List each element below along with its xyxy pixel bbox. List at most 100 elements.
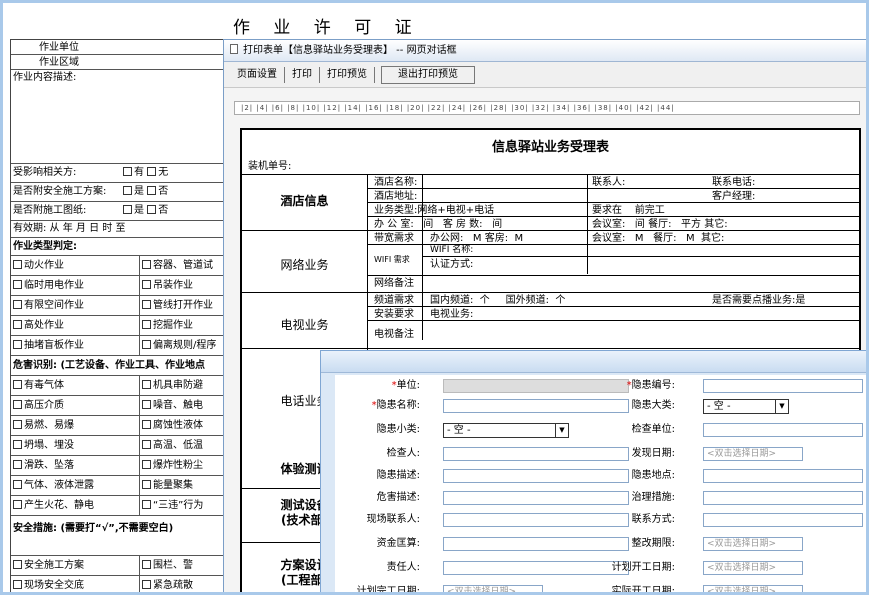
checkbox[interactable] xyxy=(13,400,22,409)
checkbox[interactable] xyxy=(142,260,151,269)
checkbox[interactable] xyxy=(147,205,157,214)
checkbox[interactable] xyxy=(13,260,22,269)
checkbox-item[interactable]: 现场安全交底 xyxy=(11,576,140,592)
dropdown-select[interactable]: - 空 - ▼ xyxy=(703,399,789,414)
date-input[interactable]: <双击选择日期> xyxy=(703,447,803,461)
checkbox-item[interactable]: 坍塌、埋没 xyxy=(11,436,140,456)
checkbox-item[interactable]: 产生火花、静电 xyxy=(11,496,140,516)
checkbox-item[interactable]: 易燃、易爆 xyxy=(11,416,140,436)
checkbox[interactable] xyxy=(123,186,132,195)
checkbox[interactable] xyxy=(142,460,151,469)
dining-unit: 平方 xyxy=(681,219,702,230)
checkbox[interactable] xyxy=(13,320,22,329)
exit-preview-button[interactable]: 退出打印预览 xyxy=(381,66,475,84)
checkbox-item[interactable]: 气体、液体泄露 xyxy=(11,476,140,496)
checkbox[interactable] xyxy=(147,186,157,195)
print-button[interactable]: 打印 xyxy=(285,67,320,83)
checkbox[interactable] xyxy=(13,480,22,489)
checkbox-item[interactable]: 机具串防避 xyxy=(140,376,223,396)
field-label: *隐患名称: xyxy=(345,399,420,413)
page-setup-button[interactable]: 页面设置 xyxy=(230,67,285,83)
date-placeholder: <双击选择日期> xyxy=(707,539,777,549)
checkbox[interactable] xyxy=(13,440,22,449)
checkbox-item[interactable]: 紧急疏散 xyxy=(140,576,223,592)
checkbox-item[interactable]: 有毒气体 xyxy=(11,376,140,396)
checkbox-item[interactable]: 吊装作业 xyxy=(140,276,223,296)
checkbox[interactable] xyxy=(13,460,22,469)
office-key: 办 公 室: xyxy=(374,219,414,230)
checkbox[interactable] xyxy=(13,500,22,509)
date-input[interactable]: <双击选择日期> xyxy=(703,585,803,592)
checkbox-item[interactable]: 能量聚集 xyxy=(140,476,223,496)
checkbox-item[interactable]: 管线打开作业 xyxy=(140,296,223,316)
date-input[interactable]: <双击选择日期> xyxy=(703,537,803,551)
checkbox-item[interactable]: “三违”行为 xyxy=(140,496,223,516)
date-input[interactable]: <双击选择日期> xyxy=(443,585,543,595)
checkbox[interactable] xyxy=(142,280,151,289)
field-label: 隐患地点: xyxy=(565,469,675,483)
office-unit: 间 xyxy=(423,219,434,230)
text-input[interactable] xyxy=(703,379,863,393)
date-input[interactable]: <双击选择日期> xyxy=(703,561,803,575)
checkbox[interactable] xyxy=(13,380,22,389)
checkbox[interactable] xyxy=(142,320,151,329)
checkbox[interactable] xyxy=(142,420,151,429)
checkbox[interactable] xyxy=(142,580,151,589)
dropdown-select[interactable]: - 空 - ▼ xyxy=(443,423,569,438)
checkbox-item[interactable]: 容器、管道试 xyxy=(140,256,223,276)
checkbox[interactable] xyxy=(142,300,151,309)
text-input[interactable] xyxy=(703,491,863,505)
deadline-label: 要求在 前完工 xyxy=(592,204,665,217)
field-label-text: 隐患小类: xyxy=(376,424,420,435)
checkbox[interactable] xyxy=(142,560,151,569)
field-label-text: 隐患地点: xyxy=(631,470,675,481)
checkbox-item[interactable]: 爆炸性粉尘 xyxy=(140,456,223,476)
checkbox-item[interactable]: 动火作业 xyxy=(11,256,140,276)
checkbox[interactable] xyxy=(142,440,151,449)
page-icon xyxy=(230,44,238,54)
checkbox-item[interactable]: 安全施工方案 xyxy=(11,556,140,576)
dialog-header xyxy=(321,351,866,373)
checkbox[interactable] xyxy=(142,400,151,409)
checkbox[interactable] xyxy=(13,560,22,569)
checkbox[interactable] xyxy=(142,480,151,489)
checkbox-item[interactable]: 高处作业 xyxy=(11,316,140,336)
checkbox[interactable] xyxy=(13,280,22,289)
date-placeholder: <双击选择日期> xyxy=(707,563,777,573)
dialog-titlebar: 打印表单【信息驿站业务受理表】 -- 网页对话框 xyxy=(224,40,866,62)
checkbox[interactable] xyxy=(123,167,132,176)
checkbox-item[interactable]: 高压介质 xyxy=(11,396,140,416)
checkbox-label: 安全施工方案 xyxy=(24,560,84,571)
checkbox[interactable] xyxy=(13,420,22,429)
drawings-label: 是否附施工图纸: xyxy=(13,205,87,216)
checkbox-item[interactable]: 滑跌、坠落 xyxy=(11,456,140,476)
text-input[interactable] xyxy=(703,423,863,437)
chevron-down-icon[interactable]: ▼ xyxy=(775,400,788,413)
checkbox[interactable] xyxy=(147,167,157,176)
checkbox[interactable] xyxy=(13,580,22,589)
print-preview-button[interactable]: 打印预览 xyxy=(320,67,375,83)
field-label-text: 计划完工日期: xyxy=(356,586,420,595)
checkbox[interactable] xyxy=(13,300,22,309)
checkbox-item[interactable]: 高温、低温 xyxy=(140,436,223,456)
checkbox[interactable] xyxy=(142,340,151,349)
dialog-title: 打印表单【信息驿站业务受理表】 -- 网页对话框 xyxy=(243,45,457,56)
checkbox[interactable] xyxy=(123,205,132,214)
text-input[interactable] xyxy=(703,513,863,527)
checkbox-item[interactable]: 噪音、触电 xyxy=(140,396,223,416)
checkbox-item[interactable]: 偏离规则/程序 xyxy=(140,336,223,356)
text-input[interactable] xyxy=(703,469,863,483)
checkbox-item[interactable]: 有限空间作业 xyxy=(11,296,140,316)
checkbox[interactable] xyxy=(142,500,151,509)
checkbox-item[interactable]: 临时用电作业 xyxy=(11,276,140,296)
checkbox[interactable] xyxy=(142,380,151,389)
dining-key: 餐厅: xyxy=(648,219,672,230)
date-placeholder: <双击选择日期> xyxy=(447,587,517,595)
checkbox[interactable] xyxy=(13,340,22,349)
checkbox-item[interactable]: 腐蚀性液体 xyxy=(140,416,223,436)
unit-m: M xyxy=(514,233,524,244)
checkbox-item[interactable]: 围栏、警 xyxy=(140,556,223,576)
checkbox-item[interactable]: 抽堵盲板作业 xyxy=(11,336,140,356)
unit-m: M xyxy=(686,233,695,244)
checkbox-item[interactable]: 挖掘作业 xyxy=(140,316,223,336)
